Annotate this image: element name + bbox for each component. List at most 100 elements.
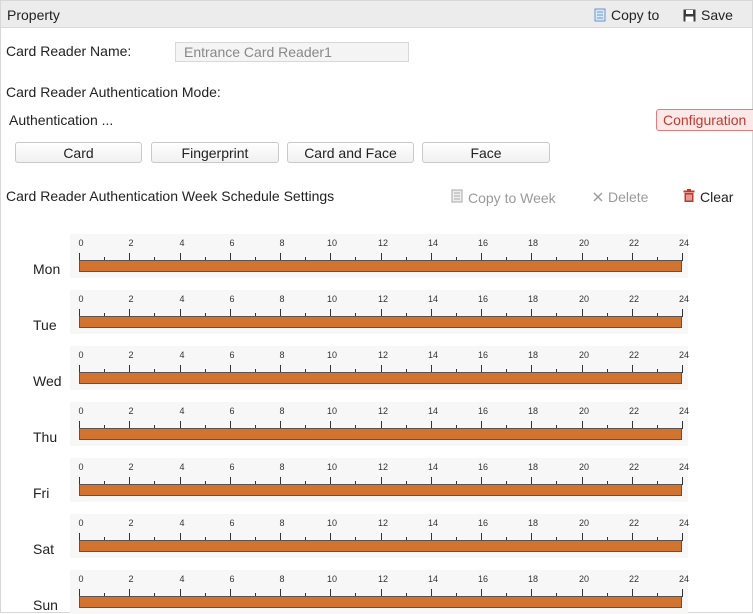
tick-label: 18 [527, 518, 539, 528]
tick-label: 12 [377, 462, 389, 472]
clear-label: Clear [700, 189, 734, 205]
mode-card-and-face-button[interactable]: Card and Face [287, 142, 414, 163]
schedule-row-thu: Thu 0 2 4 6 8 10 12 14 16 18 20 22 24 [0, 396, 700, 446]
schedule-row-mon: Mon 0 2 4 6 8 10 12 14 16 18 20 22 24 [0, 228, 700, 278]
schedule-time-segment[interactable] [79, 596, 682, 608]
tick-label: 24 [678, 350, 690, 360]
schedule-time-segment[interactable] [79, 372, 682, 384]
time-tick [682, 309, 683, 317]
tick-label: 10 [326, 294, 338, 304]
tick-label: 16 [477, 406, 489, 416]
day-label: Mon [33, 261, 61, 277]
delete-button[interactable]: Delete [593, 189, 648, 205]
tick-label: 4 [179, 574, 185, 584]
tick-label: 4 [179, 406, 185, 416]
time-tick [682, 477, 683, 485]
save-button[interactable]: Save [683, 7, 733, 23]
tick-label: 24 [678, 294, 690, 304]
card-reader-name-label: Card Reader Name: [6, 43, 132, 59]
tick-label: 14 [427, 238, 439, 248]
tick-label: 10 [326, 406, 338, 416]
mode-fingerprint-button[interactable]: Fingerprint [151, 142, 279, 163]
tick-label: 24 [678, 238, 690, 248]
tick-label: 20 [578, 462, 590, 472]
tick-label: 12 [377, 294, 389, 304]
tick-label: 22 [628, 462, 640, 472]
copy-to-button[interactable]: Copy to [594, 7, 659, 23]
tick-label: 24 [678, 574, 690, 584]
tick-label: 10 [326, 574, 338, 584]
configuration-button[interactable]: Configuration [656, 109, 753, 131]
tick-label: 6 [229, 294, 235, 304]
tick-label: 12 [377, 518, 389, 528]
copy-to-label: Copy to [611, 7, 660, 23]
tick-label: 0 [78, 518, 84, 528]
tick-label: 10 [326, 350, 338, 360]
clear-button[interactable]: Clear [683, 189, 733, 205]
mode-face-button[interactable]: Face [422, 142, 550, 163]
tick-label: 14 [427, 406, 439, 416]
tick-label: 0 [78, 406, 84, 416]
tick-label: 18 [527, 350, 539, 360]
tick-label: 0 [78, 574, 84, 584]
tick-label: 12 [377, 406, 389, 416]
tick-label: 24 [678, 406, 690, 416]
schedule-time-segment[interactable] [79, 428, 682, 440]
tick-label: 8 [279, 574, 285, 584]
tick-label: 8 [279, 462, 285, 472]
tick-label: 2 [128, 238, 134, 248]
auth-mode-value: Authentication ... [9, 112, 114, 128]
schedule-time-segment[interactable] [79, 316, 682, 328]
schedule-time-segment[interactable] [79, 484, 682, 496]
tick-label: 2 [128, 406, 134, 416]
tick-label: 16 [477, 238, 489, 248]
auth-mode-label: Card Reader Authentication Mode: [6, 84, 221, 100]
time-tick [682, 253, 683, 261]
time-tick [682, 533, 683, 541]
tick-label: 22 [628, 574, 640, 584]
tick-label: 22 [628, 406, 640, 416]
schedule-row-fri: Fri 0 2 4 6 8 10 12 14 16 18 20 22 24 [0, 452, 700, 502]
tick-label: 4 [179, 294, 185, 304]
tick-label: 20 [578, 518, 590, 528]
tick-label: 16 [477, 518, 489, 528]
tick-label: 24 [678, 518, 690, 528]
tick-label: 0 [78, 238, 84, 248]
tick-label: 14 [427, 574, 439, 584]
tick-label: 8 [279, 518, 285, 528]
copy-to-week-button[interactable]: Copy to Week [451, 189, 556, 206]
tick-label: 10 [326, 238, 338, 248]
day-label: Thu [33, 429, 58, 445]
tick-label: 2 [128, 574, 134, 584]
tick-label: 4 [179, 238, 185, 248]
trash-icon [683, 189, 695, 205]
schedule-row-tue: Tue 0 2 4 6 8 10 12 14 16 18 20 22 24 [0, 284, 700, 334]
schedule-row-wed: Wed 0 2 4 6 8 10 12 14 16 18 20 22 24 [0, 340, 700, 390]
tick-label: 18 [527, 294, 539, 304]
tick-label: 4 [179, 518, 185, 528]
tick-label: 2 [128, 518, 134, 528]
mode-card-button[interactable]: Card [15, 142, 142, 163]
tick-label: 6 [229, 350, 235, 360]
tick-label: 16 [477, 574, 489, 584]
tick-label: 20 [578, 238, 590, 248]
tick-label: 10 [326, 462, 338, 472]
tick-label: 14 [427, 350, 439, 360]
schedule-row-sat: Sat 0 2 4 6 8 10 12 14 16 18 20 22 24 [0, 508, 700, 558]
tick-label: 2 [128, 350, 134, 360]
tick-label: 8 [279, 350, 285, 360]
save-label: Save [701, 7, 733, 23]
document-copy-icon [594, 8, 606, 22]
tick-label: 14 [427, 294, 439, 304]
schedule-time-segment[interactable] [79, 540, 682, 552]
tick-label: 14 [427, 462, 439, 472]
card-reader-name-input[interactable] [175, 42, 409, 62]
tick-label: 16 [477, 462, 489, 472]
tick-label: 18 [527, 462, 539, 472]
copy-to-week-label: Copy to Week [468, 189, 556, 206]
tick-label: 20 [578, 574, 590, 584]
schedule-time-segment[interactable] [79, 260, 682, 272]
tick-label: 6 [229, 462, 235, 472]
day-label: Sat [33, 541, 55, 557]
tick-label: 18 [527, 574, 539, 584]
